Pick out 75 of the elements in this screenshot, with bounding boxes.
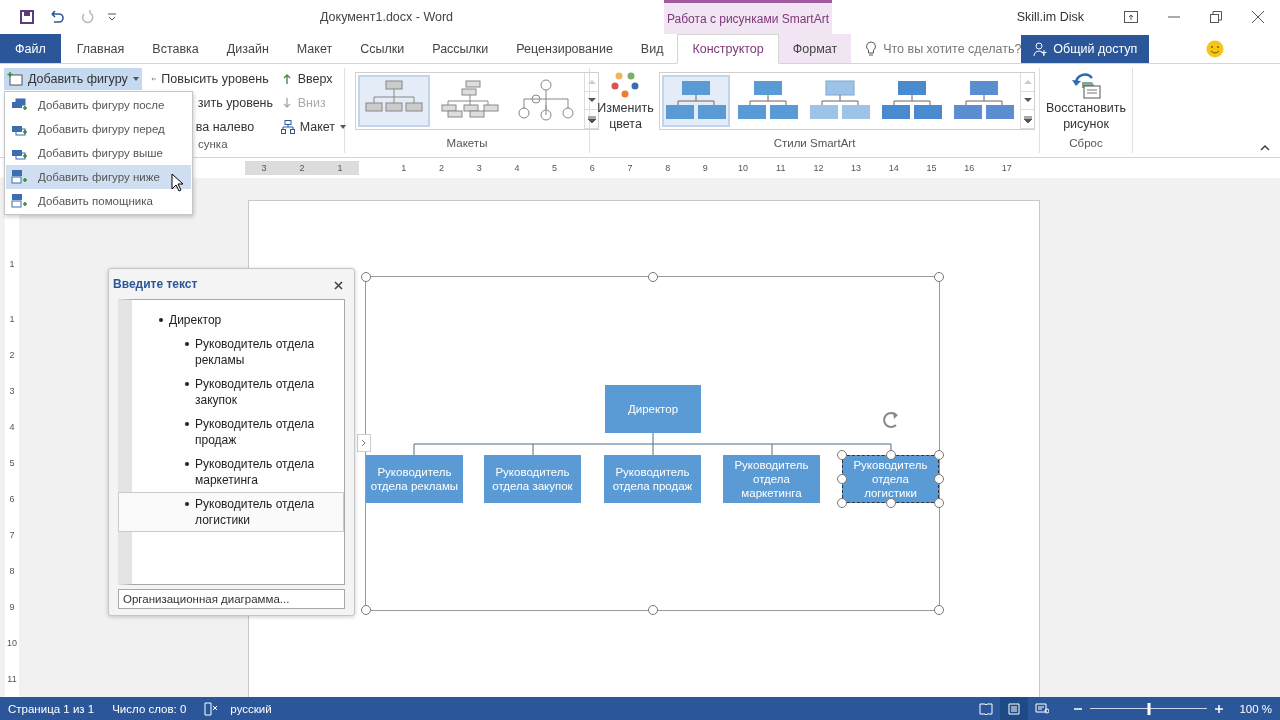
ruler-number: 11 <box>775 163 787 173</box>
add-shape-button[interactable]: Добавить фигуру <box>4 68 142 90</box>
ruler-number: 16 <box>963 163 976 173</box>
zoom-level[interactable]: 100 % <box>1239 702 1272 715</box>
ruler-number: 3 <box>475 163 483 173</box>
ruler-number: 8 <box>8 564 16 578</box>
ruler-number: 1 <box>336 163 344 173</box>
ruler-number: 4 <box>513 163 521 173</box>
ruler-number: 1 <box>400 163 408 173</box>
menu-item[interactable]: Добавить фигуру выше <box>6 141 191 165</box>
ruler-number: 2 <box>8 348 16 362</box>
reset-graphic-button[interactable]: Восстановить рисунок <box>1044 68 1129 137</box>
ruler-number: 4 <box>8 420 16 434</box>
ruler-number: 2 <box>438 163 446 173</box>
tell-me-field[interactable]: Что вы хотите сделать? <box>883 41 1022 56</box>
outline-item[interactable]: Руководитель отдела маркетинга <box>118 452 344 492</box>
ribbon-tab[interactable]: Вставка <box>138 34 213 63</box>
ruler-number: 9 <box>701 163 709 173</box>
language[interactable]: русский <box>230 702 272 715</box>
ruler-number: 6 <box>588 163 596 173</box>
promote-button[interactable]: Повысить уровень <box>147 68 272 90</box>
ribbon-tab[interactable]: Дизайн <box>212 34 283 63</box>
layout-button[interactable]: Макет <box>277 116 350 138</box>
ruler-number: 12 <box>812 163 825 173</box>
outline-item[interactable]: Руководитель отдела рекламы <box>118 332 344 372</box>
window-title: Документ1.docx - Word <box>320 10 454 24</box>
menu-item[interactable]: Добавить фигуру после <box>6 93 191 117</box>
context-tab-title: Работа с рисунками SmartArt <box>666 11 830 26</box>
menu-item[interactable]: Добавить фигуру перед <box>6 117 191 141</box>
outline-item[interactable]: Руководитель отдела продаж <box>118 412 344 452</box>
page-count[interactable]: Страница 1 из 1 <box>8 702 95 715</box>
ruler-number: 7 <box>626 163 634 173</box>
outline-item[interactable]: Руководитель отдела закупок <box>118 372 344 412</box>
group-label: Макеты <box>446 137 488 151</box>
ruler-number: 1 <box>8 312 16 326</box>
ruler-number: 13 <box>850 163 863 173</box>
ribbon-tab[interactable]: Ссылки <box>346 34 419 63</box>
ruler-number: 1 <box>8 258 16 272</box>
layout-link[interactable]: Организационная диаграмма... <box>118 589 345 609</box>
outline-item[interactable]: Директор <box>118 308 344 332</box>
ribbon-tab[interactable]: Вид <box>626 34 678 63</box>
ruler-number: 6 <box>8 492 16 506</box>
menu-item[interactable]: Добавить помощника <box>6 189 191 213</box>
move-up-button[interactable]: Вверх <box>277 68 350 90</box>
outline-item[interactable]: Руководитель отдела логистики <box>118 492 344 532</box>
ribbon-tab[interactable]: Рецензирование <box>502 34 627 63</box>
ribbon-tab[interactable]: Рассылки <box>418 34 503 63</box>
ruler-number: 10 <box>737 163 750 173</box>
ruler-number: 2 <box>298 163 306 173</box>
ruler-number: 14 <box>887 163 900 173</box>
ribbon-tab[interactable]: Главная <box>62 34 139 63</box>
change-colors-button[interactable]: Изменить цвета <box>594 68 657 137</box>
ribbon-tab[interactable]: Формат <box>778 34 852 63</box>
ruler-number: 9 <box>8 600 16 614</box>
ribbon-tab[interactable]: Макет <box>282 34 347 63</box>
group-label: Сброс <box>1069 137 1103 151</box>
ruler-number: 3 <box>8 384 16 398</box>
ruler-number: 8 <box>664 163 672 173</box>
pane-title: Введите текст <box>113 277 198 291</box>
word-count[interactable]: Число слов: 0 <box>112 702 187 715</box>
share-button[interactable]: Общий доступ <box>1021 34 1150 63</box>
ruler-number: 17 <box>1000 163 1013 173</box>
ruler-number: 5 <box>551 163 559 173</box>
account-name: Skill.im Disk <box>1016 10 1084 24</box>
group-label: Стили SmartArt <box>773 137 856 151</box>
ruler-number: 3 <box>260 163 268 173</box>
ruler-number: 15 <box>925 163 938 173</box>
ruler-number: 11 <box>6 672 18 686</box>
menu-item[interactable]: Добавить фигуру ниже <box>6 165 191 189</box>
file-tab[interactable]: Файл <box>0 34 61 63</box>
ruler-number: 10 <box>6 636 18 650</box>
group-label: сунка <box>198 138 228 152</box>
ruler-number: 5 <box>8 456 16 470</box>
ribbon-tab[interactable]: Конструктор <box>677 34 779 64</box>
ruler-number: 7 <box>8 528 16 542</box>
